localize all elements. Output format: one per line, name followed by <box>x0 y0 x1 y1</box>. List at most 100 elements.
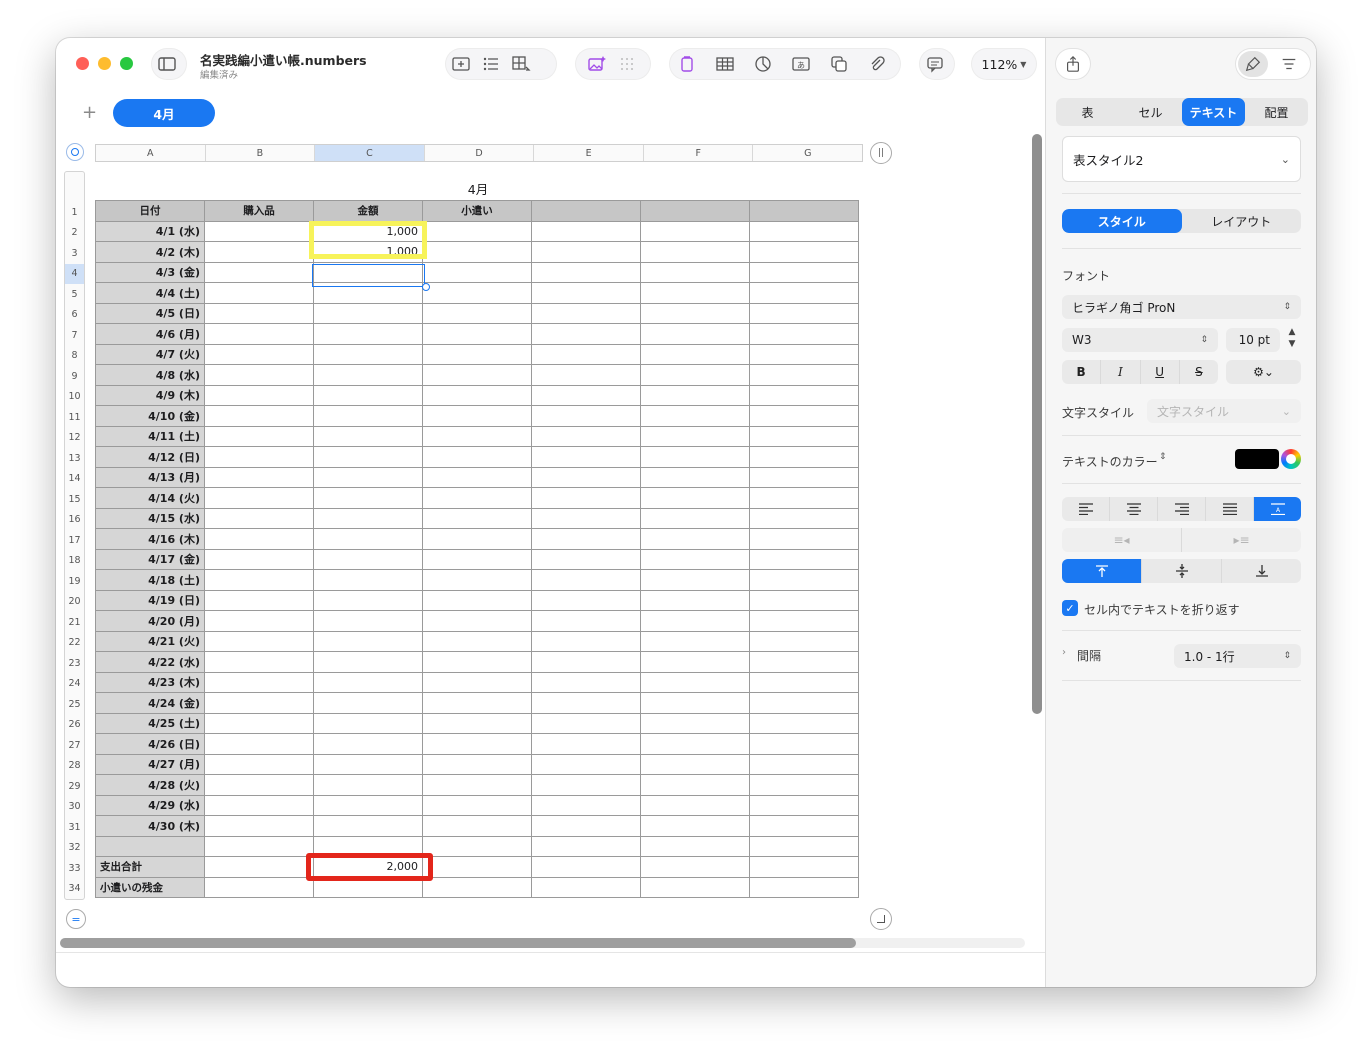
table-cell[interactable] <box>422 610 532 632</box>
table-cell[interactable] <box>640 466 750 488</box>
column-header-f[interactable]: F <box>644 145 754 161</box>
media-button[interactable] <box>862 49 892 79</box>
table-cell[interactable] <box>531 815 641 837</box>
date-cell[interactable]: 4/29 (水) <box>95 794 205 816</box>
text-box-button[interactable]: あ <box>786 49 816 79</box>
row-header-18[interactable]: 18 <box>65 551 84 572</box>
table-cell[interactable] <box>204 302 314 324</box>
table-cell[interactable] <box>749 507 859 529</box>
table-cell[interactable] <box>313 692 423 714</box>
table-cell[interactable] <box>531 446 641 468</box>
date-cell[interactable]: 4/26 (日) <box>95 733 205 755</box>
table-cell[interactable] <box>749 241 859 263</box>
table-insert-button[interactable] <box>506 49 536 79</box>
row-header-6[interactable]: 6 <box>65 305 84 326</box>
text-options-menu[interactable]: ⚙⌄ <box>1226 360 1301 384</box>
table-cell[interactable] <box>204 589 314 611</box>
pivot-button[interactable] <box>672 49 702 79</box>
format-button[interactable] <box>1238 51 1268 77</box>
row-header-9[interactable]: 9 <box>65 366 84 387</box>
table-cell[interactable] <box>204 425 314 447</box>
spacing-select[interactable]: 1.0 - 1行 ⇕ <box>1174 644 1301 668</box>
font-family-select[interactable]: ヒラギノ角ゴ ProN ⇕ <box>1062 295 1301 319</box>
table-cell[interactable] <box>749 630 859 652</box>
table-cell[interactable] <box>749 302 859 324</box>
table-cell[interactable] <box>749 856 859 878</box>
font-size-field[interactable]: 10 pt <box>1226 328 1280 352</box>
table-cell[interactable] <box>204 384 314 406</box>
table-cell[interactable] <box>640 384 750 406</box>
table-cell[interactable] <box>422 528 532 550</box>
date-cell[interactable]: 4/24 (金) <box>95 692 205 714</box>
table-cell[interactable] <box>313 774 423 796</box>
table-cell[interactable] <box>313 425 423 447</box>
table-cell[interactable] <box>749 528 859 550</box>
column-header-b[interactable]: B <box>206 145 316 161</box>
table-cell[interactable] <box>531 630 641 652</box>
table-cell[interactable] <box>204 282 314 304</box>
date-cell[interactable]: 4/19 (日) <box>95 589 205 611</box>
table-cell[interactable] <box>640 651 750 673</box>
table-cell[interactable] <box>204 856 314 878</box>
date-cell[interactable] <box>95 835 205 857</box>
sidebar-toggle-button[interactable] <box>152 49 186 79</box>
row-header-10[interactable]: 10 <box>65 387 84 408</box>
table-cell[interactable] <box>422 856 532 878</box>
table-cell[interactable] <box>422 405 532 427</box>
table-cell[interactable] <box>640 692 750 714</box>
table-cell[interactable] <box>749 343 859 365</box>
table-cell[interactable] <box>422 671 532 693</box>
add-category-button[interactable] <box>446 49 476 79</box>
table-cell[interactable] <box>422 220 532 242</box>
table-cell[interactable] <box>531 425 641 447</box>
row-header-2[interactable]: 2 <box>65 223 84 244</box>
table-cell[interactable] <box>204 241 314 263</box>
table-cell[interactable] <box>531 753 641 775</box>
table-cell[interactable] <box>531 220 641 242</box>
table-cell[interactable] <box>640 835 750 857</box>
table-cell[interactable] <box>313 671 423 693</box>
subtab-layout[interactable]: レイアウト <box>1182 209 1302 233</box>
table-cell[interactable] <box>422 774 532 796</box>
table-cell[interactable] <box>313 815 423 837</box>
table-cell[interactable] <box>640 528 750 550</box>
select-table-handle[interactable] <box>66 143 84 161</box>
table-cell[interactable] <box>640 733 750 755</box>
table-cell[interactable] <box>640 241 750 263</box>
table-cell[interactable] <box>640 343 750 365</box>
row-header-17[interactable]: 17 <box>65 530 84 551</box>
underline-button[interactable]: U <box>1141 360 1180 384</box>
table-cell[interactable] <box>640 671 750 693</box>
table-cell[interactable] <box>313 405 423 427</box>
table-cell[interactable] <box>313 610 423 632</box>
table-cell[interactable] <box>204 323 314 345</box>
date-cell[interactable]: 4/2 (木) <box>95 241 205 263</box>
comment-button[interactable] <box>920 49 954 79</box>
table-cell[interactable] <box>749 794 859 816</box>
row-header-32[interactable]: 32 <box>65 838 84 859</box>
date-cell[interactable]: 4/6 (月) <box>95 323 205 345</box>
table-cell[interactable] <box>313 364 423 386</box>
table-cell[interactable] <box>204 364 314 386</box>
image-playground-button[interactable] <box>582 49 612 79</box>
table-cell[interactable] <box>204 815 314 837</box>
column-header-g[interactable]: G <box>753 145 862 161</box>
tab-cell[interactable]: セル <box>1119 98 1182 126</box>
table-cell[interactable] <box>749 712 859 734</box>
row-header-27[interactable]: 27 <box>65 735 84 756</box>
table-cell[interactable] <box>313 323 423 345</box>
table-cell[interactable] <box>422 733 532 755</box>
table-cell[interactable] <box>749 323 859 345</box>
table-cell[interactable] <box>749 815 859 837</box>
vertical-scrollbar[interactable] <box>1032 134 1042 714</box>
table-cell[interactable] <box>640 876 750 898</box>
table-cell[interactable] <box>313 753 423 775</box>
row-header-21[interactable]: 21 <box>65 612 84 633</box>
row-header-5[interactable]: 5 <box>65 284 84 305</box>
spacing-label[interactable]: 間隔 <box>1077 647 1101 664</box>
table-cell[interactable] <box>204 876 314 898</box>
table-cell[interactable] <box>640 856 750 878</box>
table-cell[interactable] <box>531 466 641 488</box>
table-cell[interactable] <box>531 589 641 611</box>
minimize-window-button[interactable] <box>98 57 111 70</box>
